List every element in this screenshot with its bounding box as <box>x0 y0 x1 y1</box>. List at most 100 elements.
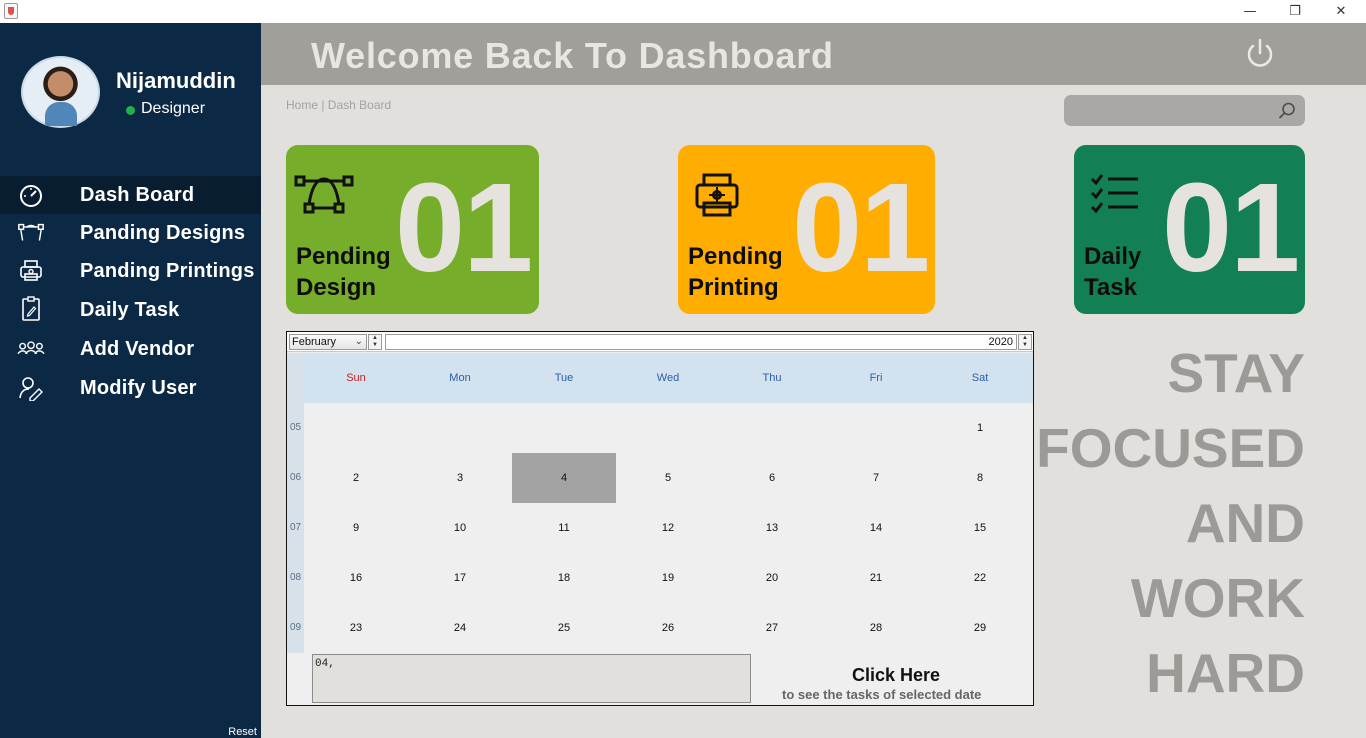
dow-label: Sun <box>346 372 366 384</box>
selected-date-textarea[interactable]: 04, <box>312 654 751 703</box>
card-label: Daily Task <box>1084 243 1142 301</box>
calendar-day-cell[interactable]: 2 <box>304 453 408 503</box>
month-select[interactable]: February ⌄ <box>289 334 367 350</box>
calendar-day-cell[interactable]: 4 <box>512 453 616 503</box>
calendar-day-cell[interactable]: 12 <box>616 503 720 553</box>
calendar-day-cell[interactable]: 28 <box>824 603 928 653</box>
search-icon[interactable] <box>1277 101 1297 121</box>
week-number: 06 <box>289 472 302 483</box>
page-title: Welcome Back To Dashboard <box>311 35 834 76</box>
pending-printing-card[interactable]: Pending Printing 01 <box>678 145 935 314</box>
sidebar-item-panding-printings[interactable]: Panding Printings <box>0 252 261 290</box>
days-of-week-header: Sun Mon Tue Wed Thu Fri Sat <box>304 353 1033 403</box>
week-number: 09 <box>289 622 302 633</box>
card-count: 01 <box>792 157 930 298</box>
user-name: Nijamuddin <box>116 68 236 93</box>
sidebar-item-label: Panding Printings <box>80 259 255 282</box>
bezier-curve-icon <box>294 173 358 219</box>
calendar-day-cell[interactable]: 9 <box>304 503 408 553</box>
users-icon <box>17 337 45 361</box>
calendar-day-cell[interactable]: 27 <box>720 603 824 653</box>
daily-task-card[interactable]: Daily Task 01 <box>1074 145 1305 314</box>
breadcrumb: Home | Dash Board <box>286 98 392 112</box>
dow-label: Sat <box>971 372 989 384</box>
year-spinner[interactable]: ▲ ▼ <box>1018 334 1032 350</box>
calendar-empty-cell <box>824 403 928 453</box>
calendar-day-cell[interactable]: 18 <box>512 553 616 603</box>
sidebar-item-daily-task[interactable]: Daily Task <box>0 290 261 330</box>
calendar-day-cell[interactable]: 21 <box>824 553 928 603</box>
calendar-day-cell[interactable]: 11 <box>512 503 616 553</box>
dow-label: Wed <box>656 372 680 384</box>
calendar-day-cell[interactable]: 10 <box>408 503 512 553</box>
calendar-day-cell[interactable]: 15 <box>928 503 1032 553</box>
click-here-hint: to see the tasks of selected date <box>782 687 982 702</box>
calendar-day-cell[interactable]: 1 <box>928 403 1032 453</box>
search-input[interactable] <box>1064 95 1305 126</box>
clipboard-icon <box>17 296 45 321</box>
printer-icon <box>17 259 45 283</box>
calendar-empty-cell <box>512 403 616 453</box>
quote-line: FOCUSED <box>1036 417 1305 479</box>
card-label: Pending Design <box>296 243 391 301</box>
week-number-column <box>287 353 304 653</box>
calendar-day-cell[interactable]: 14 <box>824 503 928 553</box>
quote-line: AND <box>1185 492 1305 554</box>
week-number: 07 <box>289 522 302 533</box>
quote-line: STAY <box>1167 342 1305 404</box>
restore-button[interactable]: ❐ <box>1272 0 1318 23</box>
calendar-day-cell[interactable]: 24 <box>408 603 512 653</box>
sidebar-nav: Dash Board Panding Designs Panding Print… <box>0 176 261 408</box>
sidebar-item-add-vendor[interactable]: Add Vendor <box>0 330 261 369</box>
year-field[interactable]: 2020 <box>385 334 1017 350</box>
close-button[interactable]: ✕ <box>1318 0 1364 23</box>
sidebar-item-label: Daily Task <box>80 298 180 321</box>
calendar-day-cell[interactable]: 19 <box>616 553 720 603</box>
calendar-empty-cell <box>408 403 512 453</box>
calendar-day-cell[interactable]: 25 <box>512 603 616 653</box>
dow-label: Tue <box>554 372 574 384</box>
online-status-dot <box>126 106 135 115</box>
pending-design-card[interactable]: Pending Design 01 <box>286 145 539 314</box>
card-count: 01 <box>395 157 533 298</box>
user-role: Designer <box>141 100 206 117</box>
power-icon[interactable] <box>1243 37 1277 71</box>
calendar-day-cell[interactable]: 3 <box>408 453 512 503</box>
sidebar-item-label: Add Vendor <box>80 338 195 360</box>
calendar-day-cell[interactable]: 7 <box>824 453 928 503</box>
week-number: 08 <box>289 572 302 583</box>
calendar-empty-cell <box>616 403 720 453</box>
calendar-day-cell[interactable]: 16 <box>304 553 408 603</box>
calendar-day-cell[interactable]: 26 <box>616 603 720 653</box>
sidebar-item-dash-board[interactable]: Dash Board <box>0 176 261 214</box>
click-here-button[interactable]: Click Here <box>852 665 940 686</box>
week-number: 05 <box>289 422 302 433</box>
sidebar-item-label: Modify User <box>80 377 197 399</box>
calendar-day-cell[interactable]: 23 <box>304 603 408 653</box>
dow-label: Thu <box>762 372 782 384</box>
calendar-day-cell[interactable]: 17 <box>408 553 512 603</box>
avatar <box>21 56 100 128</box>
calendar-day-cell[interactable]: 22 <box>928 553 1032 603</box>
sidebar-item-label: Dash Board <box>80 183 195 206</box>
card-count: 01 <box>1162 157 1300 298</box>
calendar-day-cell[interactable]: 5 <box>616 453 720 503</box>
calendar-day-cell[interactable]: 8 <box>928 453 1032 503</box>
month-spinner[interactable]: ▲ ▼ <box>368 334 382 350</box>
chevron-down-icon: ⌄ <box>354 336 363 347</box>
sidebar-item-panding-designs[interactable]: Panding Designs <box>0 214 261 252</box>
sidebar-item-label: Panding Designs <box>80 221 246 244</box>
calendar-day-cell[interactable]: 13 <box>720 503 824 553</box>
calendar-day-cell[interactable]: 6 <box>720 453 824 503</box>
calendar-day-cell[interactable]: 20 <box>720 553 824 603</box>
dow-label: Fri <box>869 372 883 384</box>
sidebar: Nijamuddin Designer Dash Board Panding D… <box>0 23 261 738</box>
bezier-pen-icon <box>17 221 45 245</box>
calendar-day-cell[interactable]: 29 <box>928 603 1032 653</box>
sidebar-item-modify-user[interactable]: Modify User <box>0 369 261 408</box>
quote-line: HARD <box>1146 642 1305 704</box>
quote-line: WORK <box>1130 567 1305 629</box>
minimize-button[interactable]: — <box>1227 0 1273 23</box>
reset-link[interactable]: Reset <box>228 726 257 738</box>
calendar-empty-cell <box>304 403 408 453</box>
